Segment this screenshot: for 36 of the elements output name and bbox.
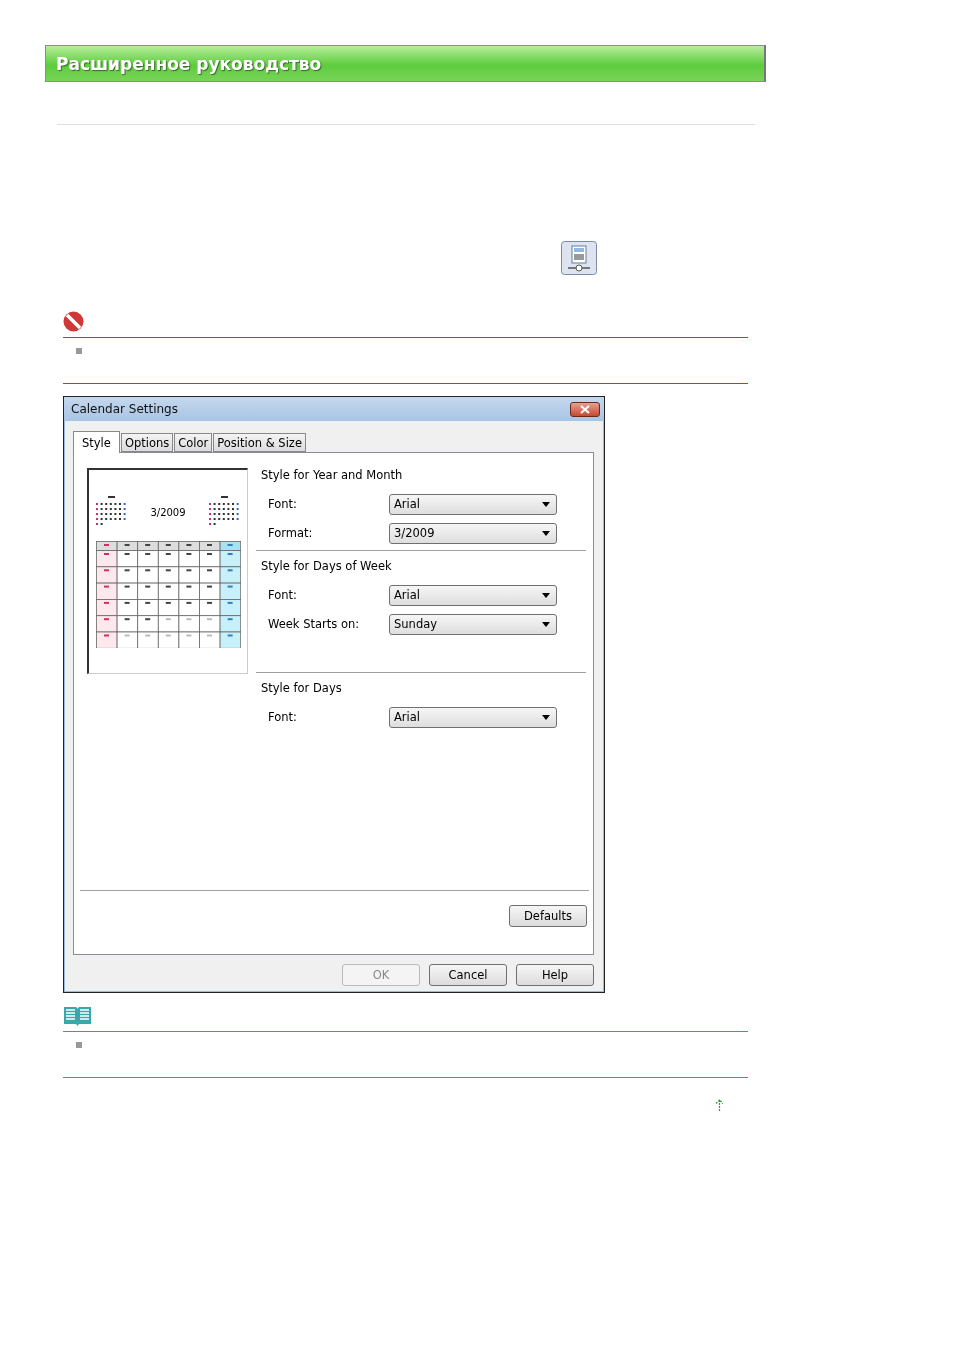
close-button[interactable] — [570, 401, 600, 417]
dropdown-arrow-icon — [542, 530, 550, 536]
page-header: Расширенное руководство — [45, 45, 766, 82]
bullet-icon — [76, 348, 82, 354]
bullet-icon — [76, 1042, 82, 1048]
tab[interactable]: Position & Size — [213, 433, 306, 452]
dropdown[interactable]: 3/2009 — [389, 522, 557, 544]
field-label: Format: — [268, 526, 314, 540]
group-title: Style for Days of Week — [261, 559, 393, 575]
dropdown[interactable]: Arial — [389, 584, 557, 606]
field-label: Font: — [268, 710, 298, 724]
dropdown[interactable]: Arial — [389, 493, 557, 515]
dialog-button[interactable]: Help — [516, 964, 594, 986]
dropdown-arrow-icon — [542, 621, 550, 627]
dropdown-arrow-icon — [542, 714, 550, 720]
book-icon — [63, 1005, 92, 1027]
group-title: Style for Days — [261, 681, 343, 697]
prohibited-icon — [63, 311, 84, 332]
group-title: Style for Year and Month — [261, 468, 404, 484]
up-arrow-icon[interactable] — [715, 1099, 724, 1111]
dropdown[interactable]: Sunday — [389, 613, 557, 635]
tab[interactable]: Color — [174, 433, 213, 452]
dropdown-arrow-icon — [542, 592, 550, 598]
month-label: 3/2009 — [150, 506, 186, 518]
tab[interactable]: Style — [73, 431, 120, 453]
defaults-button[interactable]: Defaults — [509, 905, 587, 927]
dropdown-arrow-icon — [542, 501, 550, 507]
tab[interactable]: Options — [120, 433, 174, 452]
calendar-settings-icon — [561, 241, 597, 275]
field-label: Week Starts on: — [268, 617, 361, 631]
dialog-button[interactable]: Cancel — [429, 964, 507, 986]
dropdown[interactable]: Arial — [389, 706, 557, 728]
close-icon — [579, 404, 591, 414]
field-label: Font: — [268, 588, 298, 602]
field-label: Font: — [268, 497, 298, 511]
window-title: Calendar Settings — [71, 402, 178, 416]
